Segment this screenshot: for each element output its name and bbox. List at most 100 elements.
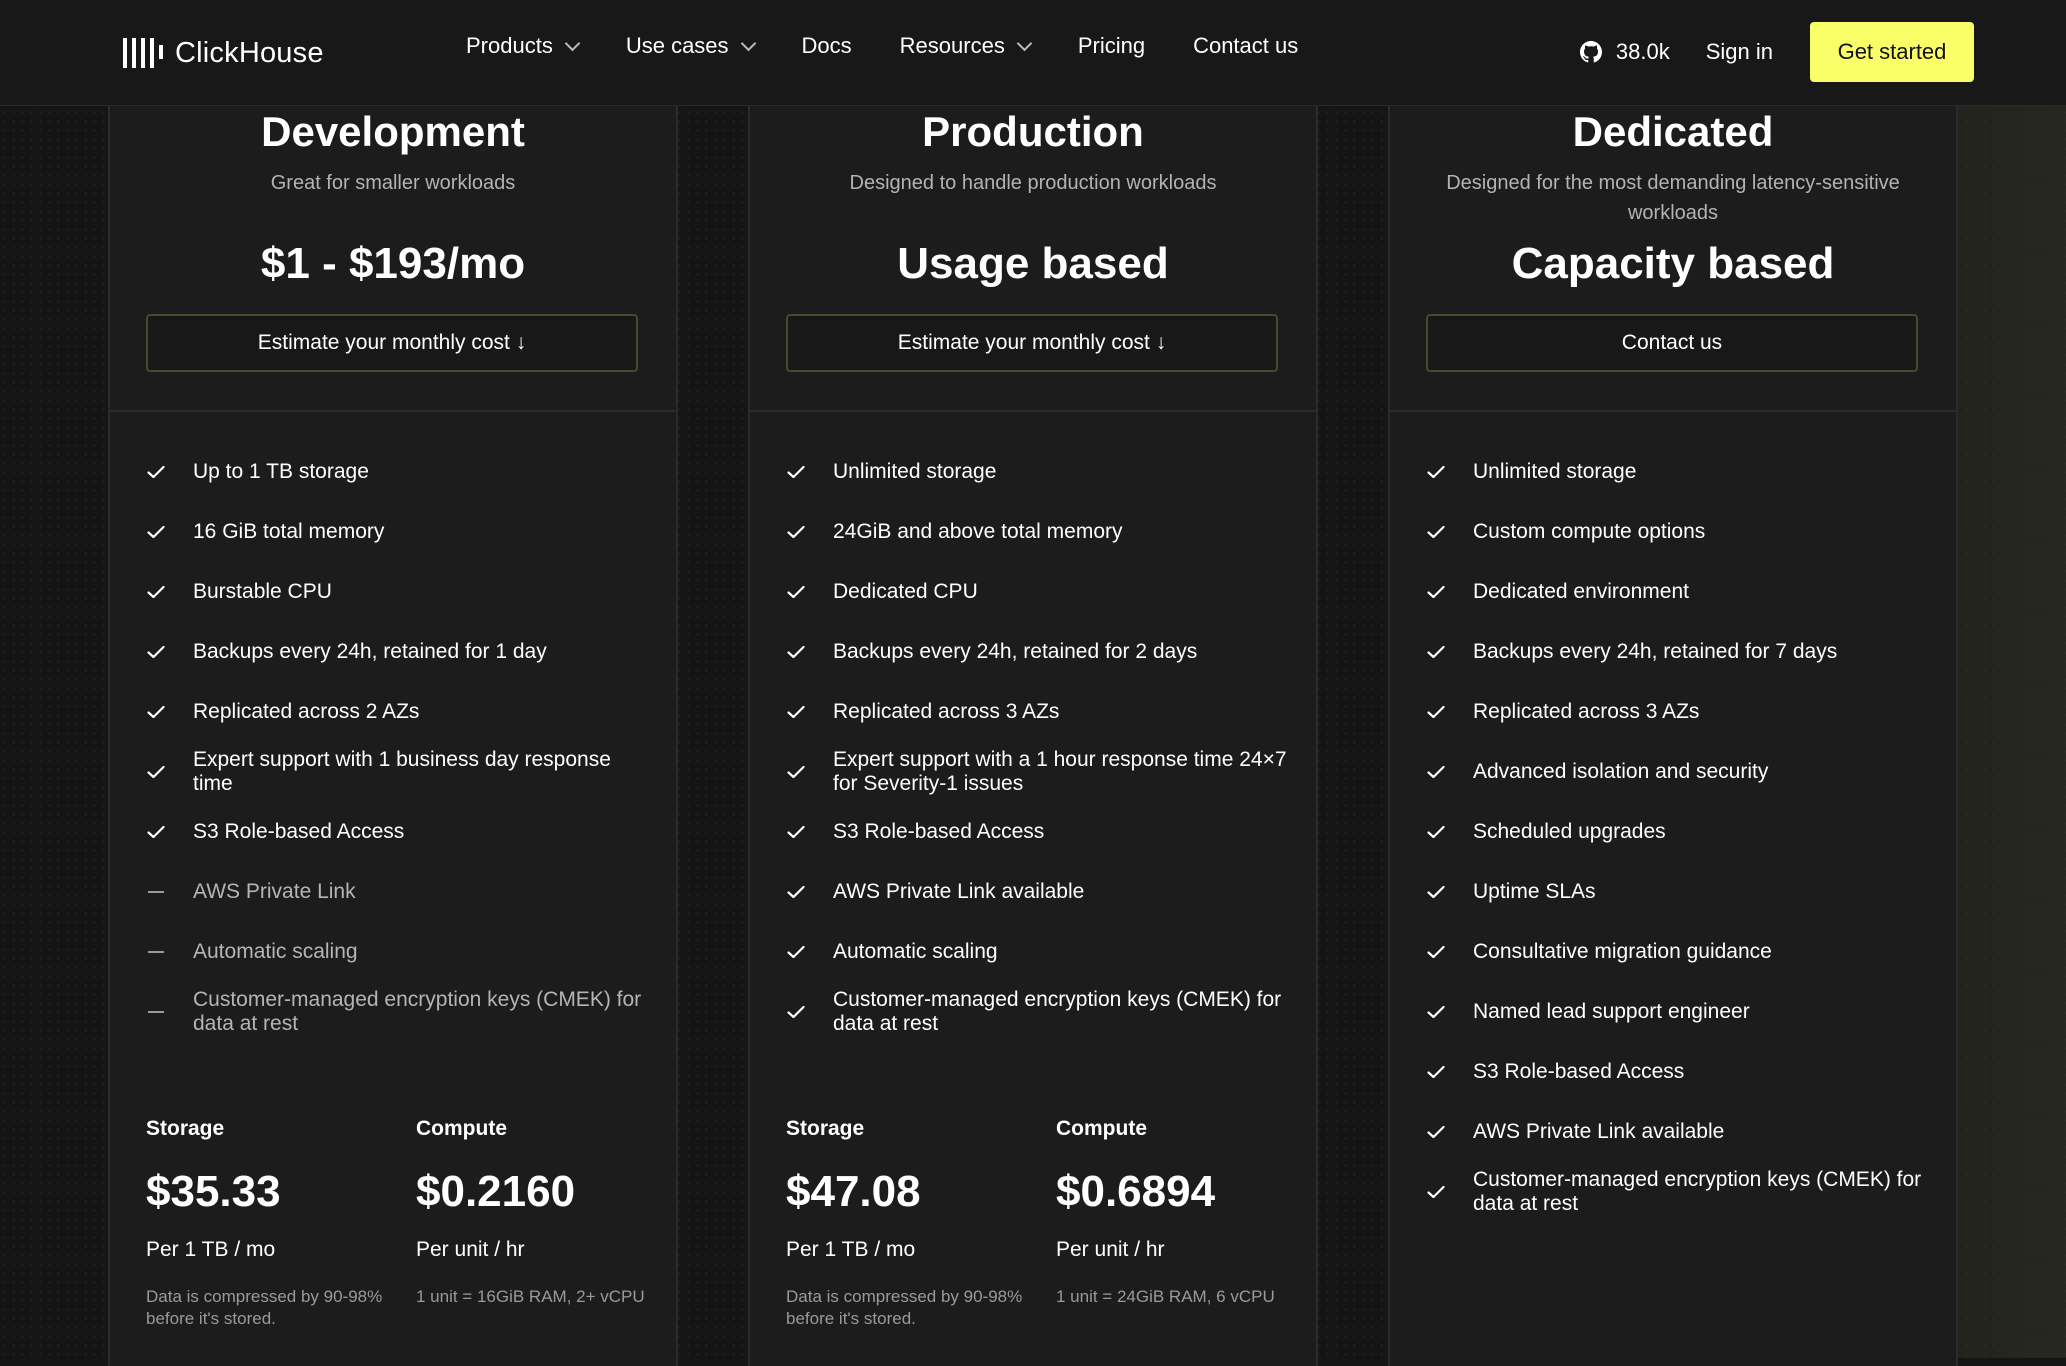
check-icon [1426, 825, 1446, 839]
feature-text: Dedicated CPU [833, 580, 978, 603]
feature-item: Backups every 24h, retained for 2 days [786, 622, 1296, 682]
feature-text: 24GiB and above total memory [833, 520, 1123, 543]
feature-item: 24GiB and above total memory [786, 502, 1296, 562]
check-icon [1426, 1005, 1446, 1019]
plan-cta-button[interactable]: Estimate your monthly cost ↓ [146, 314, 638, 372]
divider [750, 410, 1316, 412]
chevron-down-icon [564, 35, 581, 51]
check-icon [146, 645, 166, 659]
feature-text: Uptime SLAs [1473, 880, 1596, 903]
feature-item: Customer-managed encryption keys (CMEK) … [786, 982, 1296, 1042]
feature-item: Dedicated environment [1426, 562, 1936, 622]
storage-price: $47.08 [786, 1167, 921, 1216]
check-icon [1426, 1185, 1446, 1199]
compute-unit: Per unit / hr [416, 1238, 525, 1261]
check-icon [786, 645, 806, 659]
nav-links: Products Use cases Docs Resources Pricin… [466, 33, 1346, 59]
divider [1390, 410, 1956, 412]
check-icon [146, 825, 166, 839]
feature-text: Replicated across 2 AZs [193, 700, 420, 723]
feature-text: Consultative migration guidance [1473, 940, 1772, 963]
feature-item: Advanced isolation and security [1426, 742, 1936, 802]
plan-title: Dedicated [1572, 108, 1774, 155]
plan-price: Capacity based [1511, 239, 1835, 288]
feature-text: Replicated across 3 AZs [833, 700, 1060, 723]
feature-text: S3 Role-based Access [1473, 1060, 1685, 1083]
nav-link-pricing[interactable]: Pricing [1078, 33, 1145, 59]
nav-link-label: Resources [899, 33, 1005, 58]
nav-link-products[interactable]: Products [466, 33, 581, 59]
storage-unit: Per 1 TB / mo [146, 1238, 276, 1261]
check-icon [786, 465, 806, 479]
storage-price: $35.33 [146, 1167, 281, 1216]
feature-text: 16 GiB total memory [193, 520, 385, 543]
storage-note: Data is compressed by 90-98% before it's… [146, 1287, 383, 1328]
compute-note: 1 unit = 24GiB RAM, 6 vCPU [1056, 1287, 1275, 1306]
feature-item: Customer-managed encryption keys (CMEK) … [1426, 1162, 1936, 1222]
check-icon [1426, 525, 1446, 539]
check-icon [786, 585, 806, 599]
clickhouse-logo[interactable]: ClickHouse [123, 35, 324, 71]
storage-pricing: Storage $47.08 Per 1 TB / mo Data is com… [786, 1114, 1026, 1330]
sign-in-link[interactable]: Sign in [1706, 39, 1773, 65]
feature-text: Named lead support engineer [1473, 1000, 1750, 1023]
feature-item: Automatic scaling [146, 922, 656, 982]
plan-cta-button[interactable]: Contact us [1426, 314, 1918, 372]
feature-text: AWS Private Link [193, 880, 356, 903]
feature-text: Burstable CPU [193, 580, 332, 603]
check-icon [146, 705, 166, 719]
compute-price: $0.6894 [1056, 1167, 1216, 1216]
feature-item: Backups every 24h, retained for 1 day [146, 622, 656, 682]
feature-text: Expert support with 1 business day respo… [193, 748, 611, 795]
nav-link-label: Contact us [1193, 33, 1299, 58]
storage-unit: Per 1 TB / mo [786, 1238, 916, 1261]
github-stars-count: 38.0k [1615, 39, 1670, 64]
feature-item: AWS Private Link [146, 862, 656, 922]
clickhouse-logo-icon [123, 37, 163, 69]
feature-item: Automatic scaling [786, 922, 1296, 982]
feature-item: Up to 1 TB storage [146, 442, 656, 502]
compute-label: Compute [416, 1117, 507, 1140]
check-icon [1426, 585, 1446, 599]
feature-text: Up to 1 TB storage [193, 460, 369, 483]
feature-text: AWS Private Link available [1473, 1120, 1725, 1143]
nav-link-contact-us[interactable]: Contact us [1193, 33, 1298, 59]
plan-title: Development [261, 108, 525, 155]
feature-item: Dedicated CPU [786, 562, 1296, 622]
check-icon [786, 945, 806, 959]
feature-item: Custom compute options [1426, 502, 1936, 562]
nav-link-label: Products [466, 33, 553, 58]
plan-title: Production [922, 108, 1144, 155]
get-started-button[interactable]: Get started [1810, 22, 1974, 82]
dash-icon [146, 1011, 166, 1013]
github-stars-link[interactable]: 38.0k [1579, 39, 1670, 65]
check-icon [786, 885, 806, 899]
plan-card-dedicated: Dedicated Designed for the most demanding… [1388, 106, 1958, 1366]
feature-item: Replicated across 3 AZs [1426, 682, 1936, 742]
nav-link-label: Docs [801, 33, 852, 58]
feature-item: S3 Role-based Access [1426, 1042, 1936, 1102]
nav-link-label: Use cases [625, 33, 729, 58]
feature-text: Advanced isolation and security [1473, 760, 1769, 783]
feature-text: Unlimited storage [833, 460, 997, 483]
check-icon [786, 525, 806, 539]
plan-card-production: Production Designed to handle production … [748, 106, 1318, 1366]
nav-link-docs[interactable]: Docs [802, 33, 852, 59]
logo-text: ClickHouse [175, 36, 324, 69]
check-icon [1426, 885, 1446, 899]
chevron-down-icon [1016, 35, 1033, 51]
feature-item: Replicated across 2 AZs [146, 682, 656, 742]
check-icon [146, 465, 166, 479]
plan-card-development: Development Great for smaller workloads $1… [108, 106, 678, 1366]
check-icon [786, 705, 806, 719]
check-icon [146, 765, 166, 779]
feature-item: Unlimited storage [1426, 442, 1936, 502]
check-icon [146, 585, 166, 599]
feature-text: Automatic scaling [193, 940, 358, 963]
dash-icon [146, 891, 166, 893]
plan-cta-button[interactable]: Estimate your monthly cost ↓ [786, 314, 1278, 372]
check-icon [1426, 945, 1446, 959]
compute-pricing: Compute $0.2160 Per unit / hr 1 unit = 1… [416, 1114, 656, 1308]
nav-link-resources[interactable]: Resources [899, 33, 1033, 59]
nav-link-use-cases[interactable]: Use cases [625, 33, 756, 59]
